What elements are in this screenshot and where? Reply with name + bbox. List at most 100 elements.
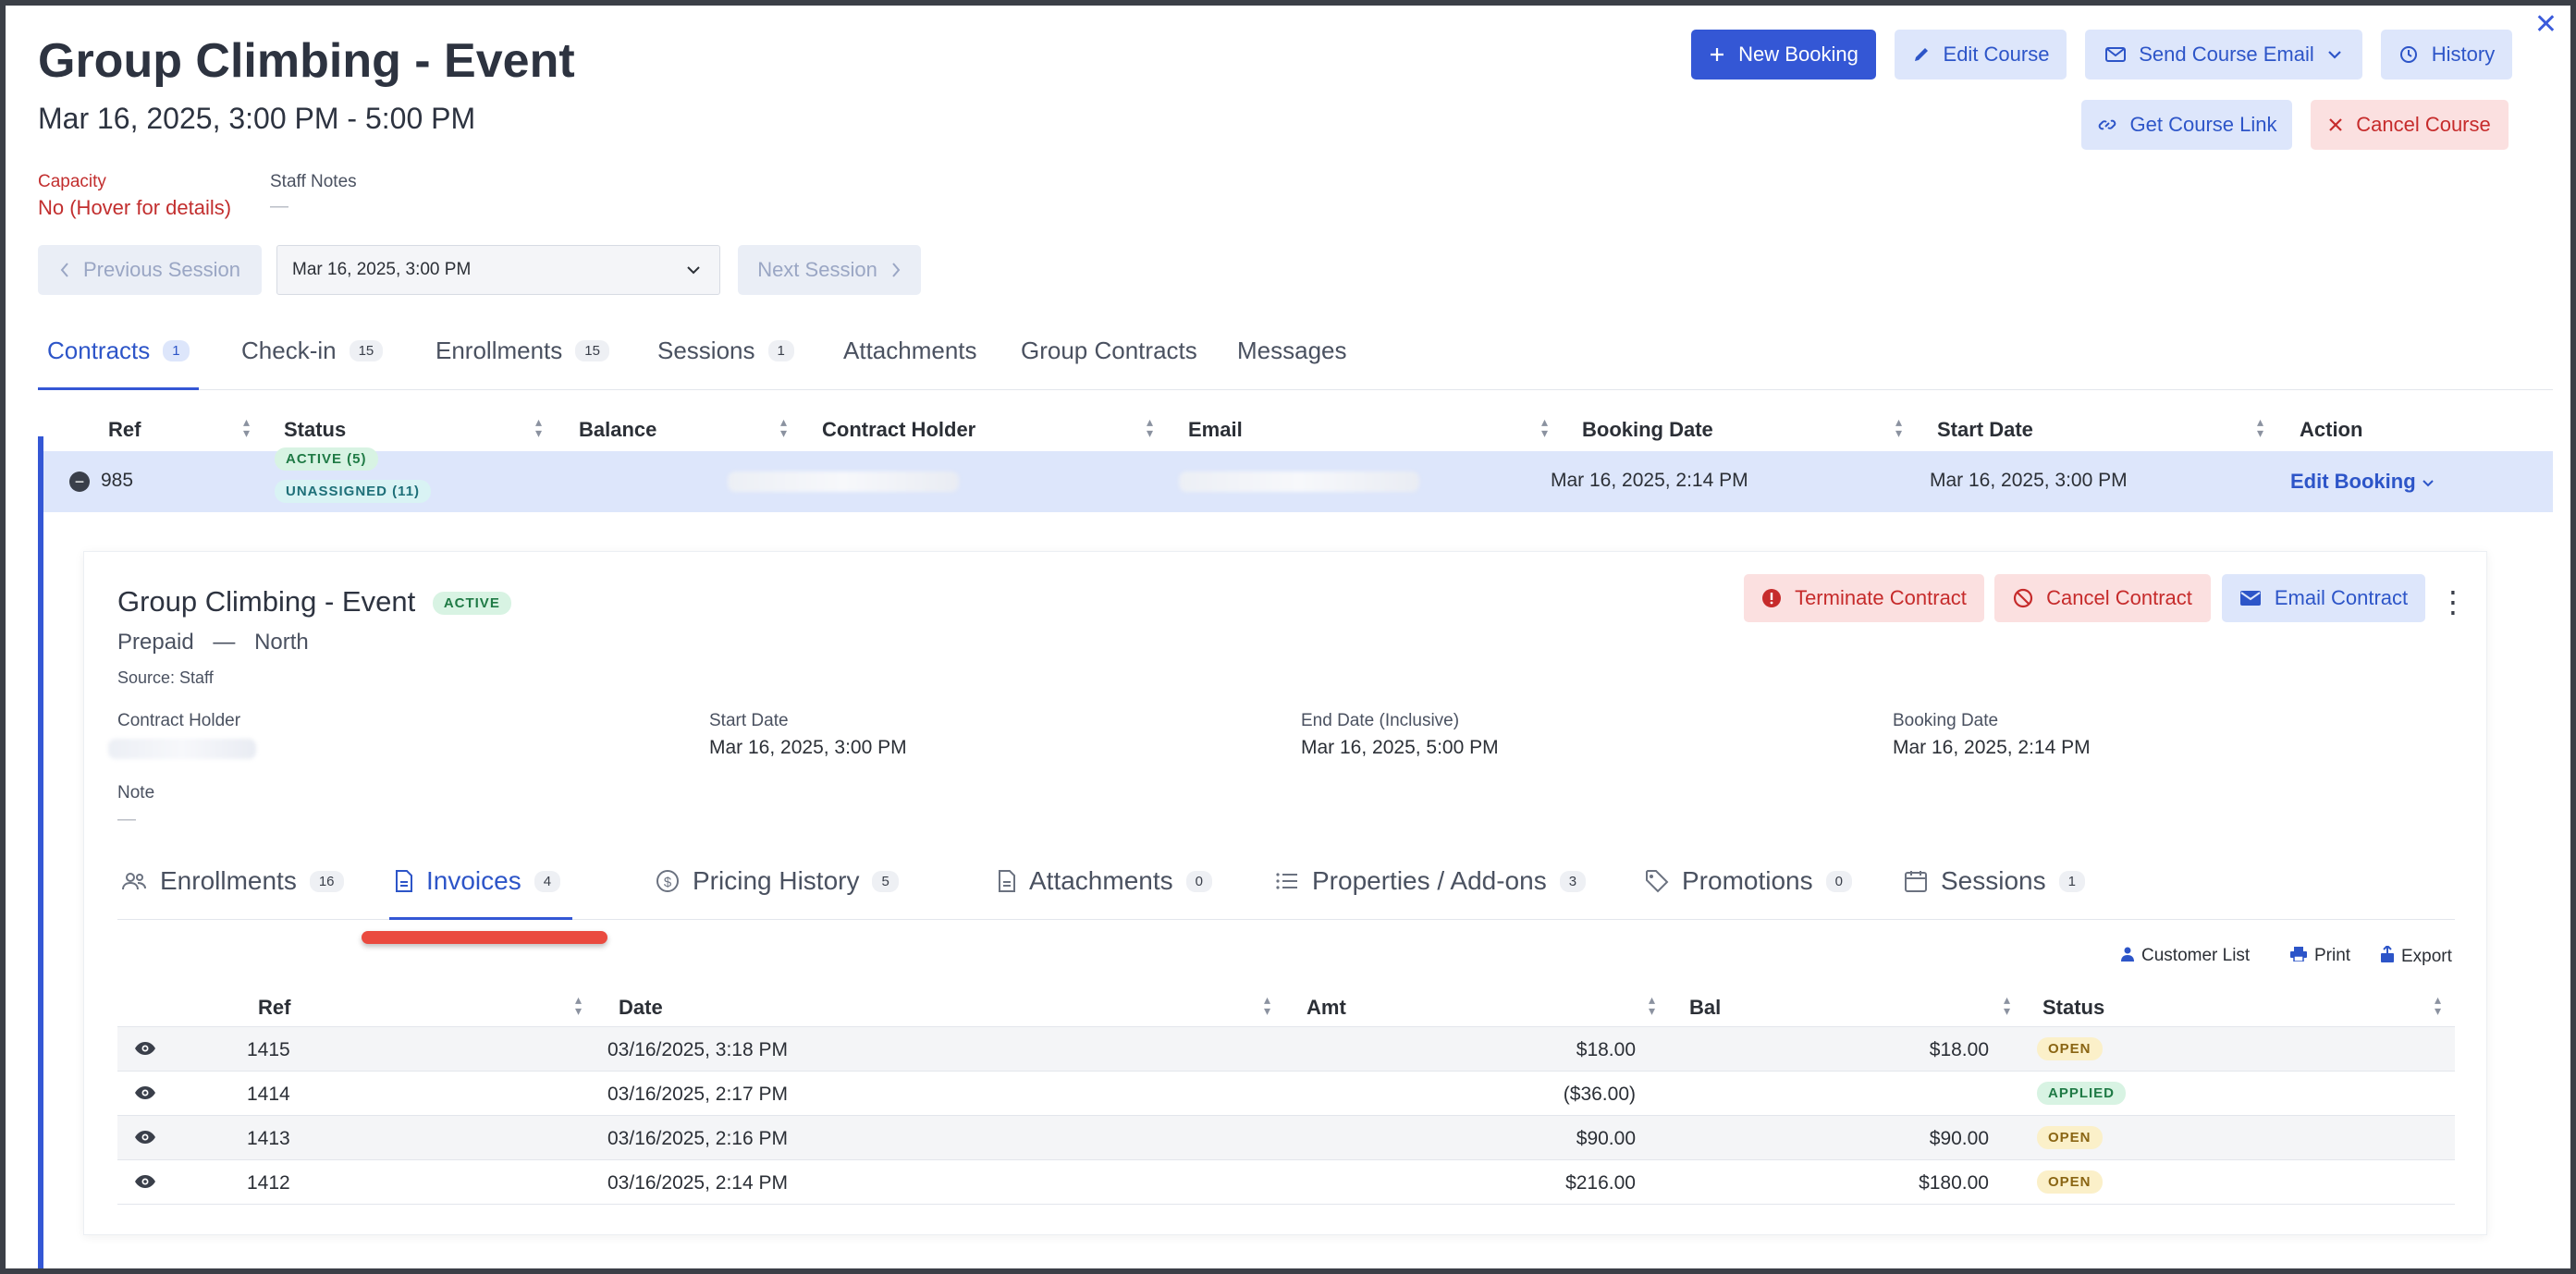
tab-contracts[interactable]: Contracts 1 [47, 337, 190, 365]
invoice-row[interactable]: 1415 03/16/2025, 3:18 PM $18.00 $18.00 O… [117, 1027, 2455, 1072]
invoice-status: OPEN [2037, 1036, 2103, 1060]
sort-icon[interactable]: ▴ ▾ [243, 415, 250, 439]
printer-icon [2290, 946, 2307, 966]
eye-icon[interactable] [134, 1130, 156, 1145]
plus-icon [1709, 46, 1725, 63]
sort-icon[interactable]: ▴ ▾ [535, 415, 542, 439]
subtab-attachments[interactable]: Attachments 0 [998, 866, 1212, 896]
sort-icon[interactable]: ▴ ▾ [1147, 415, 1153, 439]
history-button[interactable]: History [2381, 30, 2512, 80]
more-options-icon[interactable]: ⋮ [2438, 587, 2468, 617]
email-contract-button[interactable]: Email Contract [2222, 574, 2425, 622]
tab-sessions[interactable]: Sessions 1 [657, 337, 794, 365]
status-badge: APPLIED [2037, 1082, 2127, 1105]
capacity-value[interactable]: No (Hover for details) [38, 196, 231, 220]
svg-text:$: $ [664, 875, 672, 890]
edit-course-button[interactable]: Edit Course [1895, 30, 2067, 80]
inv-col-status[interactable]: Status [2042, 996, 2104, 1020]
invoice-row[interactable]: 1412 03/16/2025, 2:14 PM $216.00 $180.00… [117, 1160, 2455, 1205]
col-booking-date[interactable]: Booking Date [1582, 418, 1713, 442]
sort-icon[interactable]: ▴ ▾ [2004, 993, 2010, 1017]
alert-icon [1761, 588, 1782, 608]
previous-session-label: Previous Session [83, 258, 240, 281]
customer-list-button[interactable]: Customer List [2121, 946, 2250, 966]
col-status[interactable]: Status [284, 418, 346, 442]
sort-icon[interactable]: ▴ ▾ [1895, 415, 1902, 439]
invoice-amt: $216.00 [1565, 1172, 1636, 1194]
tab-label: Group Contracts [1021, 337, 1197, 364]
tab-group-contracts[interactable]: Group Contracts [1021, 337, 1197, 365]
cancel-contract-button[interactable]: Cancel Contract [1994, 574, 2211, 622]
tab-check-in[interactable]: Check-in 15 [241, 337, 384, 365]
previous-session-button[interactable]: Previous Session [38, 245, 262, 295]
envelope-icon [2105, 46, 2127, 63]
sort-icon[interactable]: ▴ ▾ [1649, 993, 1655, 1017]
subtab-invoices[interactable]: Invoices 4 [395, 866, 561, 896]
sort-icon[interactable]: ▴ ▾ [575, 993, 582, 1017]
inv-col-bal[interactable]: Bal [1689, 996, 1721, 1020]
col-balance[interactable]: Balance [579, 418, 656, 442]
edit-booking-link[interactable]: Edit Booking [2290, 470, 2435, 494]
close-icon [2328, 117, 2343, 132]
table-row[interactable]: − 985 ACTIVE (5) UNASSIGNED (11) Mar 16,… [43, 447, 2553, 512]
contract-status-badge: ACTIVE [432, 592, 511, 616]
invoice-ref: 1414 [247, 1084, 290, 1105]
subtab-pricing-history[interactable]: $ Pricing History 5 [656, 866, 899, 896]
invoice-amt: $18.00 [1576, 1039, 1636, 1060]
contract-title: Group Climbing - Event ACTIVE [117, 585, 511, 619]
sort-icon[interactable]: ▴ ▾ [2257, 415, 2263, 439]
session-select[interactable]: Mar 16, 2025, 3:00 PM [276, 245, 720, 295]
subtab-promotions[interactable]: Promotions 0 [1645, 866, 1852, 896]
col-email[interactable]: Email [1188, 418, 1243, 442]
inv-col-date[interactable]: Date [619, 996, 663, 1020]
eye-icon[interactable] [134, 1085, 156, 1100]
col-contract-holder[interactable]: Contract Holder [822, 418, 975, 442]
inv-col-ref[interactable]: Ref [258, 996, 290, 1020]
subtab-count: 0 [1825, 870, 1852, 892]
highlight-annotation [362, 931, 607, 944]
export-icon [2381, 944, 2394, 967]
collapse-icon[interactable]: − [69, 472, 90, 492]
email-redacted [1179, 472, 1419, 492]
contract-holder-label: Contract Holder [117, 711, 241, 730]
get-course-link-button[interactable]: Get Course Link [2081, 100, 2292, 150]
inv-col-amt[interactable]: Amt [1306, 996, 1346, 1020]
subtab-sessions[interactable]: Sessions 1 [1904, 866, 2085, 896]
eye-icon[interactable] [134, 1041, 156, 1056]
tab-label: Messages [1237, 337, 1347, 364]
subtab-label: Sessions [1941, 866, 2046, 895]
sort-icon[interactable]: ▴ ▾ [2435, 993, 2441, 1017]
sort-icon[interactable]: ▴ ▾ [1541, 415, 1548, 439]
col-ref[interactable]: Ref [108, 418, 141, 442]
subtab-enrollments[interactable]: Enrollments 16 [121, 866, 344, 896]
course-modal: ✕ Group Climbing - Event Mar 16, 2025, 3… [6, 6, 2570, 1268]
new-booking-button[interactable]: New Booking [1691, 30, 1876, 80]
close-icon[interactable]: ✕ [2534, 11, 2558, 39]
invoice-row[interactable]: 1413 03/16/2025, 2:16 PM $90.00 $90.00 O… [117, 1116, 2455, 1160]
row-ref: 985 [101, 470, 134, 491]
terminate-contract-button[interactable]: Terminate Contract [1744, 574, 1984, 622]
print-button[interactable]: Print [2290, 946, 2350, 966]
invoice-row[interactable]: 1414 03/16/2025, 2:17 PM ($36.00) APPLIE… [117, 1072, 2455, 1116]
send-course-email-button[interactable]: Send Course Email [2085, 30, 2362, 80]
main-tabs: Contracts 1 Check-in 15 Enrollments 15 S… [38, 329, 2553, 390]
col-start-date[interactable]: Start Date [1937, 418, 2033, 442]
cancel-course-button[interactable]: Cancel Course [2311, 100, 2509, 150]
export-button[interactable]: Export [2381, 944, 2452, 967]
tab-enrollments[interactable]: Enrollments 15 [435, 337, 609, 365]
invoice-bal: $90.00 [1929, 1128, 1989, 1149]
tag-icon [1645, 869, 1669, 893]
sort-icon[interactable]: ▴ ▾ [1264, 993, 1270, 1017]
chevron-down-icon [2327, 49, 2342, 60]
tab-attachments[interactable]: Attachments [843, 337, 977, 365]
plan-location: North [254, 630, 309, 655]
sort-icon[interactable]: ▴ ▾ [780, 415, 787, 439]
link-icon [2097, 115, 2117, 135]
cancel-course-label: Cancel Course [2356, 113, 2491, 136]
subtab-properties-addons[interactable]: Properties / Add-ons 3 [1275, 866, 1587, 896]
invoice-date: 03/16/2025, 2:14 PM [607, 1172, 788, 1194]
tab-count: 1 [163, 340, 190, 361]
next-session-button[interactable]: Next Session [738, 245, 921, 295]
eye-icon[interactable] [134, 1174, 156, 1189]
tab-messages[interactable]: Messages [1237, 337, 1347, 365]
